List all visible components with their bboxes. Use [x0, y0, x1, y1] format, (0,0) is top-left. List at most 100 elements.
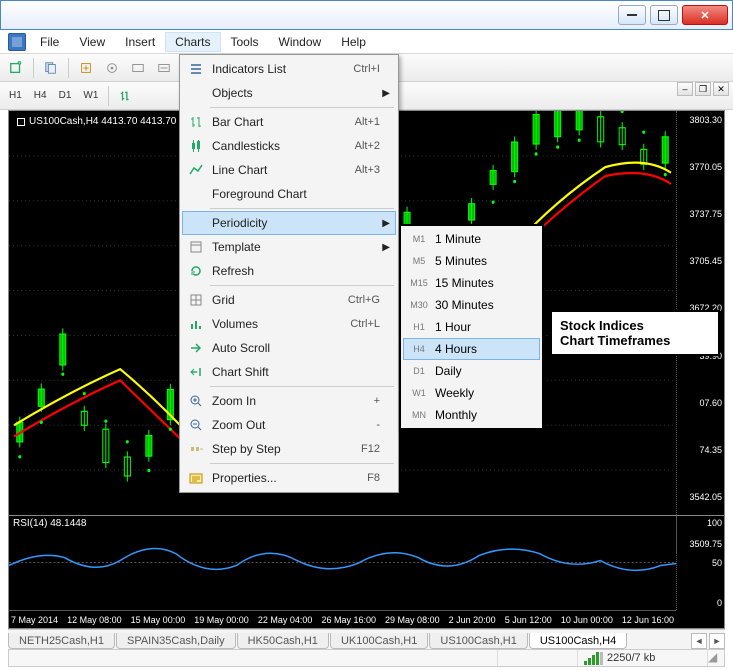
chart-tab[interactable]: US100Cash,H1	[429, 633, 527, 649]
time-tick: 19 May 00:00	[194, 615, 249, 625]
candles-icon	[184, 138, 208, 154]
navigator-button[interactable]	[100, 57, 124, 79]
time-tick: 5 Jun 12:00	[505, 615, 552, 625]
tab-scroll-right[interactable]: ►	[709, 633, 725, 649]
autoscroll-icon	[184, 340, 208, 356]
tf-h1[interactable]: H1	[4, 85, 27, 107]
zoomin-icon	[184, 393, 208, 409]
resize-grip[interactable]: ◢	[708, 650, 724, 666]
window-close-button[interactable]: ✕	[682, 5, 728, 25]
timeframe-m5[interactable]: M55 Minutes	[403, 250, 540, 272]
menu-item-foreground-chart[interactable]: Foreground Chart	[182, 182, 396, 206]
timeframe-mn[interactable]: MNMonthly	[403, 404, 540, 426]
tester-button[interactable]	[152, 57, 176, 79]
submenu-arrow-icon: ▶	[380, 88, 390, 99]
menu-item-candlesticks[interactable]: CandlesticksAlt+2	[182, 134, 396, 158]
window-minimize-button[interactable]	[618, 5, 646, 25]
chart-tab[interactable]: HK50Cash,H1	[237, 633, 329, 649]
chart-tab[interactable]: NETH25Cash,H1	[8, 633, 115, 649]
menu-item-label: Periodicity	[208, 216, 338, 230]
timeframe-code: M1	[405, 234, 433, 244]
periodicity-submenu: M11 MinuteM55 MinutesM1515 MinutesM3030 …	[399, 224, 544, 430]
window-maximize-button[interactable]	[650, 5, 678, 25]
chart-symbol-label: US100Cash,H4 4413.70 4413.70	[13, 115, 180, 128]
menu-item-label: Line Chart	[208, 163, 338, 177]
child-restore-button[interactable]: ❐	[695, 82, 711, 96]
menu-item-template[interactable]: Template▶	[182, 235, 396, 259]
timeframe-m15[interactable]: M1515 Minutes	[403, 272, 540, 294]
menu-item-label: Step by Step	[208, 442, 338, 456]
timeframe-code: M30	[405, 300, 433, 310]
timeframe-label: Monthly	[433, 408, 534, 422]
timeframe-label: 15 Minutes	[433, 276, 534, 290]
timeframe-h4[interactable]: H44 Hours	[403, 338, 540, 360]
tf-h4[interactable]: H4	[29, 85, 52, 107]
menu-file[interactable]: File	[30, 32, 69, 52]
menu-help[interactable]: Help	[331, 32, 376, 52]
timeframe-code: M15	[405, 278, 433, 288]
profiles-button[interactable]	[39, 57, 63, 79]
volumes-icon	[184, 316, 208, 332]
menu-item-zoom-in[interactable]: Zoom In+	[182, 389, 396, 413]
chart-tab[interactable]: UK100Cash,H1	[330, 633, 428, 649]
new-chart-button[interactable]: +	[4, 57, 28, 79]
child-close-button[interactable]: ✕	[713, 82, 729, 96]
callout-line2: Chart Timeframes	[560, 333, 710, 348]
market-watch-button[interactable]	[74, 57, 98, 79]
timeframe-w1[interactable]: W1Weekly	[403, 382, 540, 404]
menu-item-label: Candlesticks	[208, 139, 338, 153]
tf-d1[interactable]: D1	[54, 85, 77, 107]
menu-item-zoom-out[interactable]: Zoom Out-	[182, 413, 396, 437]
zoomout-icon	[184, 417, 208, 433]
menu-item-shortcut: Alt+2	[338, 140, 380, 152]
menu-item-shortcut: Ctrl+G	[338, 294, 380, 306]
menu-item-refresh[interactable]: Refresh	[182, 259, 396, 283]
rsi-panel[interactable]: RSI(14) 48.1448 100500	[9, 515, 724, 610]
menu-insert[interactable]: Insert	[115, 32, 165, 52]
menu-charts[interactable]: Charts	[165, 32, 220, 52]
menu-item-periodicity[interactable]: Periodicity▶	[182, 211, 396, 235]
chart-tab[interactable]: US100Cash,H4	[529, 633, 627, 649]
menu-item-label: Indicators List	[208, 62, 338, 76]
menu-item-step-by-step[interactable]: Step by StepF12	[182, 437, 396, 461]
menu-item-label: Zoom In	[208, 394, 338, 408]
line-icon	[184, 162, 208, 178]
svg-text:+: +	[18, 61, 21, 66]
time-tick: 10 Jun 00:00	[561, 615, 613, 625]
menu-item-auto-scroll[interactable]: Auto Scroll	[182, 336, 396, 360]
tab-scroll-left[interactable]: ◄	[691, 633, 707, 649]
menu-view[interactable]: View	[69, 32, 115, 52]
bars-icon	[184, 114, 208, 130]
tf-w1[interactable]: W1	[78, 85, 103, 107]
grid-icon	[184, 292, 208, 308]
time-tick: 12 Jun 16:00	[622, 615, 674, 625]
bar-chart-button[interactable]	[114, 85, 138, 107]
child-minimize-button[interactable]: –	[677, 82, 693, 96]
menu-item-properties-[interactable]: Properties...F8	[182, 466, 396, 490]
chart-tab[interactable]: SPAIN35Cash,Daily	[116, 633, 236, 649]
menu-item-objects[interactable]: Objects▶	[182, 81, 396, 105]
timeframe-d1[interactable]: D1Daily	[403, 360, 540, 382]
menu-item-shortcut: Ctrl+I	[338, 63, 380, 75]
menu-item-grid[interactable]: GridCtrl+G	[182, 288, 396, 312]
refresh-icon	[184, 263, 208, 279]
timeframe-m30[interactable]: M3030 Minutes	[403, 294, 540, 316]
rsi-label: RSI(14) 48.1448	[13, 518, 86, 529]
menu-item-bar-chart[interactable]: Bar ChartAlt+1	[182, 110, 396, 134]
menu-item-label: Grid	[208, 293, 338, 307]
props-icon	[184, 470, 208, 486]
menu-tools[interactable]: Tools	[221, 32, 269, 52]
terminal-button[interactable]	[126, 57, 150, 79]
menu-item-chart-shift[interactable]: Chart Shift	[182, 360, 396, 384]
template-icon	[184, 239, 208, 255]
timeframe-code: W1	[405, 388, 433, 398]
menu-item-shortcut: F8	[338, 472, 380, 484]
timeframe-label: 1 Minute	[433, 232, 534, 246]
timeframe-m1[interactable]: M11 Minute	[403, 228, 540, 250]
menu-item-indicators-list[interactable]: Indicators ListCtrl+I	[182, 57, 396, 81]
timeframe-code: H1	[405, 322, 433, 332]
menu-window[interactable]: Window	[269, 32, 332, 52]
menu-item-volumes[interactable]: VolumesCtrl+L	[182, 312, 396, 336]
timeframe-h1[interactable]: H11 Hour	[403, 316, 540, 338]
menu-item-line-chart[interactable]: Line ChartAlt+3	[182, 158, 396, 182]
